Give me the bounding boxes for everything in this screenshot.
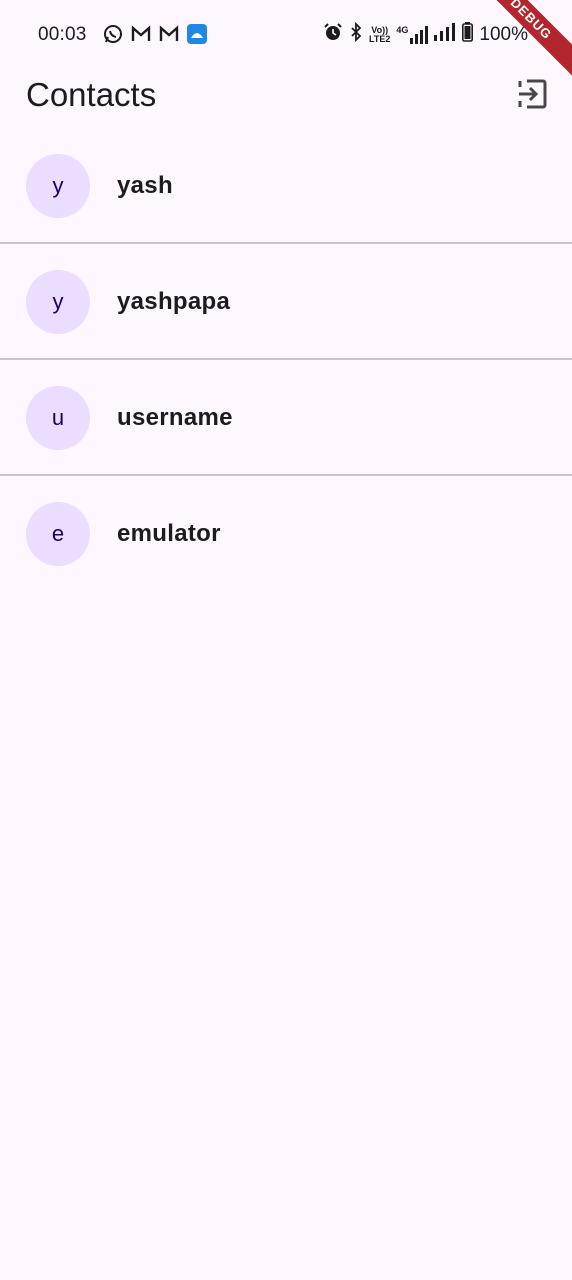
avatar: e [26,502,90,566]
logout-icon [515,77,549,116]
app-notification-icon [187,24,207,49]
contact-name: emulator [117,520,221,547]
bluetooth-icon [349,21,363,48]
avatar: u [26,386,90,450]
avatar: y [26,270,90,334]
notification-icons [103,24,207,49]
avatar-initial: y [52,289,64,314]
avatar-initial: u [51,405,65,430]
avatar-initial: e [51,521,65,546]
contact-item-yashpapa[interactable]: y yashpapa [0,244,572,360]
volte-icon: Vo)) LTE2 [369,26,390,44]
signal-icon [434,23,456,47]
gmail-icon [131,25,151,48]
battery-icon [462,22,474,48]
gmail-icon [159,25,179,48]
battery-percent: 100% [479,24,528,45]
4g-signal-icon: 4G [396,25,429,44]
status-bar: 00:03 Vo)) LTE2 4G 100% [0,0,572,68]
contact-item-emulator[interactable]: e emulator [0,476,572,592]
app-bar: Contacts [0,68,572,124]
contact-name: yash [117,172,173,199]
avatar: y [26,154,90,218]
contact-name: username [117,404,233,431]
page-title: Contacts [26,76,157,113]
volte-label-bottom: LTE2 [369,34,391,44]
contact-item-yash[interactable]: y yash [0,128,572,244]
status-time: 00:03 [38,24,87,45]
alarm-icon [323,22,343,48]
contact-item-username[interactable]: u username [0,360,572,476]
logout-button[interactable] [510,74,554,118]
status-right-icons: Vo)) LTE2 4G 100% [323,21,528,48]
contact-name: yashpapa [117,288,231,315]
whatsapp-icon [103,24,123,49]
avatar-initial: y [52,173,64,198]
network-type-label: 4G [396,25,409,35]
contact-list: y yash y yashpapa u username e emulator [0,128,572,592]
